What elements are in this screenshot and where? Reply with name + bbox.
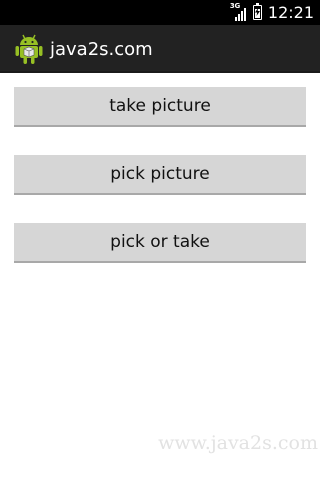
- action-bar: java2s.com: [0, 25, 320, 73]
- pick-or-take-button[interactable]: pick or take: [14, 223, 306, 263]
- take-picture-button[interactable]: take picture: [14, 87, 306, 127]
- app-title: java2s.com: [50, 38, 153, 60]
- android-icon[interactable]: [14, 32, 44, 66]
- signal-icon: 3G: [230, 2, 249, 21]
- battery-icon: [252, 3, 262, 20]
- status-icons: 3G 12:21: [230, 0, 314, 25]
- clock: 12:21: [267, 3, 314, 22]
- pick-picture-button[interactable]: pick picture: [14, 155, 306, 195]
- status-bar: 3G 12:21: [0, 0, 320, 25]
- watermark: www.java2s.com: [158, 432, 318, 454]
